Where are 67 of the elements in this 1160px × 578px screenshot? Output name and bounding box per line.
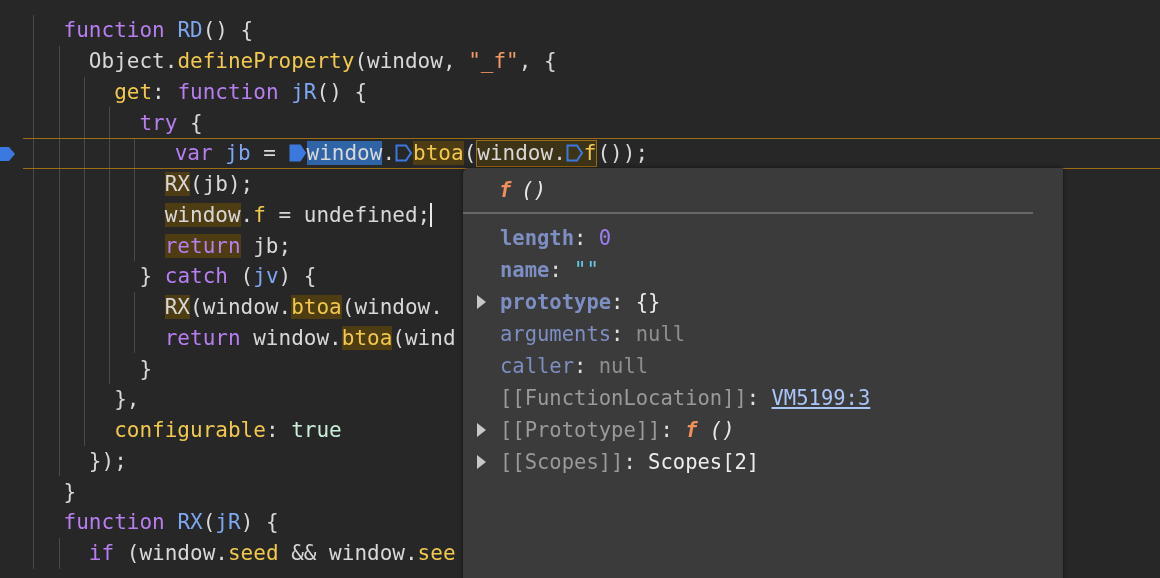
property-key: caller <box>500 354 575 378</box>
code-line: function RD() { <box>63 18 254 43</box>
colon: : <box>623 450 636 474</box>
code-text: var jb = <box>173 141 277 166</box>
text-caret <box>430 202 433 227</box>
code-line: get: function jR() { <box>114 79 368 104</box>
step-marker-icon[interactable] <box>395 143 414 164</box>
colon: : <box>574 226 587 250</box>
property-value: 0 <box>598 226 612 250</box>
code-text: (window. <box>190 295 292 320</box>
code-text: .f = undefined; <box>240 202 431 227</box>
property-key: arguments <box>500 322 612 346</box>
code-text: ()); <box>597 141 649 166</box>
colon: : <box>660 418 673 442</box>
function-params: () <box>521 178 547 202</box>
expand-triangle-icon[interactable] <box>477 295 486 309</box>
code-text: f <box>583 141 597 166</box>
code-text: (window. <box>341 295 443 320</box>
step-marker-icon[interactable] <box>288 143 307 164</box>
function-name: f <box>685 418 698 442</box>
code-line: }, <box>114 387 140 412</box>
breakpoint-icon[interactable] <box>0 145 16 163</box>
expand-triangle-icon[interactable] <box>477 455 486 469</box>
code-line: }); <box>88 448 127 473</box>
code-line: if (window.seed && window.see <box>88 541 456 566</box>
colon: : <box>574 354 587 378</box>
highlighted-code: RX <box>164 172 190 197</box>
colon: : <box>746 386 760 410</box>
code-line: try { <box>139 110 203 135</box>
property-key: [[Prototype]] <box>500 418 661 442</box>
highlighted-code: RX <box>164 295 190 320</box>
step-marker-icon[interactable] <box>565 143 584 164</box>
property-value: null <box>635 322 686 346</box>
property-value: null <box>598 354 649 378</box>
code-line: configurable: true <box>114 418 342 443</box>
code-text: (jb); <box>190 172 254 197</box>
colon: : <box>611 290 624 314</box>
code-text: ( <box>463 141 477 166</box>
code-text: return window. <box>164 325 342 350</box>
code-line: function RX(jR) { <box>63 510 279 535</box>
source-link[interactable]: VM5199:3 <box>771 386 871 410</box>
property-value: "" <box>574 258 599 282</box>
code-text: jb; <box>252 233 292 258</box>
property-value: Scopes[2] <box>648 450 760 474</box>
code-line: } catch (jv) { <box>139 264 317 289</box>
expand-triangle-icon[interactable] <box>477 423 486 437</box>
highlighted-code: btoa <box>413 141 464 166</box>
function-name: f <box>499 178 512 202</box>
colon: : <box>549 258 562 282</box>
function-params: () <box>708 418 735 442</box>
code-line: Object.defineProperty(window, "_f", { <box>88 49 557 74</box>
code-line: } <box>63 479 77 504</box>
colon: : <box>611 322 624 346</box>
property-key: [[FunctionLocation]] <box>500 386 747 410</box>
property-key: length <box>500 226 575 250</box>
code-text: (wind <box>392 325 456 350</box>
highlighted-code: btoa <box>291 295 342 320</box>
highlighted-code: window <box>164 202 241 227</box>
code-line: } <box>139 356 153 381</box>
highlighted-code: return <box>164 233 241 258</box>
property-key: prototype <box>500 290 612 314</box>
code-text: window. <box>477 141 566 166</box>
code-text: . <box>382 141 396 166</box>
highlighted-code: btoa <box>341 325 393 350</box>
property-key: name <box>500 258 550 282</box>
property-value: {} <box>635 290 661 314</box>
property-key: [[Scopes]] <box>500 450 624 474</box>
